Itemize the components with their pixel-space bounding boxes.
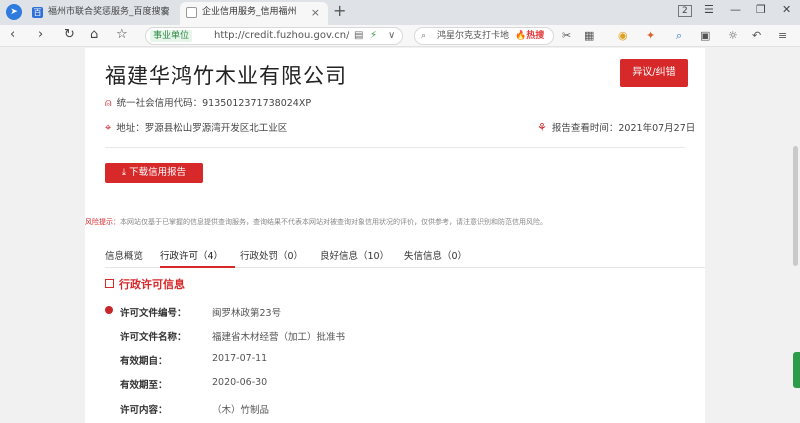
browser-logo-icon[interactable]: ➤ <box>6 4 22 20</box>
company-card: 福建华鸿竹木业有限公司 异议/纠错 ⍝ 统一社会信用代码：913501237173… <box>85 48 705 423</box>
scissors-icon[interactable]: ✂ <box>562 29 571 42</box>
section-title-text: 行政许可信息 <box>119 278 185 291</box>
search-icon: ⌕ <box>421 31 427 41</box>
field-value: 2020-06-30 <box>212 377 268 388</box>
field-label: 许可文件编号： <box>120 308 187 319</box>
apps-grid-icon[interactable]: ▦ <box>584 29 594 42</box>
company-name: 福建华鸿竹木业有限公司 <box>105 64 347 88</box>
tab-admin-penalty[interactable]: 行政处罚（0） <box>240 248 303 262</box>
extensions-icon[interactable]: ▣ <box>700 29 710 42</box>
game-icon[interactable]: ✦ <box>646 29 655 42</box>
risk-text: 本网站仅基于已掌握的信息提供查询服务，查询结果不代表本网站对被查询对象信用状况的… <box>120 218 547 226</box>
field-label: 许可内容： <box>120 405 168 416</box>
field-value: 福建省木材经营（加工）批准书 <box>212 332 346 343</box>
close-window-button[interactable]: ✕ <box>782 3 791 16</box>
side-float-badge[interactable] <box>793 352 800 388</box>
tab-credit-fuzhou[interactable]: 企业信用服务_信用福州 × <box>180 2 328 25</box>
restore-button[interactable]: ❐ <box>756 3 766 16</box>
risk-notice: 风险提示：本网站仅基于已掌握的信息提供查询服务，查询结果不代表本网站对被查询对象… <box>85 217 547 227</box>
field-value: （木）竹制品 <box>212 405 270 416</box>
tab-title: 福州市联合奖惩服务_百度搜索 <box>48 7 170 17</box>
field-value: 闽罗林政第23号 <box>212 308 282 319</box>
cert-badge: 事业单位 <box>150 30 193 42</box>
tab-good-info[interactable]: 良好信息（10） <box>320 248 389 262</box>
reader-mode-icon[interactable]: ▤ <box>354 28 363 44</box>
baidu-favicon-icon: 百 <box>32 7 43 18</box>
field-label: 有效期自： <box>120 356 168 367</box>
field-label: 许可文件名称： <box>120 332 187 343</box>
tab-counter-badge[interactable]: 2 <box>678 5 692 17</box>
address-dropdown-icon[interactable]: ∨ <box>388 28 395 44</box>
info-tabs: 信息概览 行政许可（4） 行政处罚（0） 良好信息（10） 失信信息（0） <box>105 244 705 268</box>
magnifier-icon[interactable]: ⌕ <box>676 29 682 43</box>
divider <box>105 147 685 148</box>
objection-button[interactable]: 异议/纠错 <box>620 59 688 87</box>
coupon-icon[interactable]: ◉ <box>618 29 628 42</box>
tab-admin-license[interactable]: 行政许可（4） <box>160 248 223 262</box>
forward-icon[interactable]: › <box>38 27 43 42</box>
search-box[interactable]: ⌕ 鸿星尔克支打卡地 🔥热搜 <box>414 27 554 45</box>
credit-code-icon: ⍝ <box>105 96 112 109</box>
location-pin-icon: ⌖ <box>105 121 112 134</box>
risk-label: 风险提示： <box>85 218 120 226</box>
download-report-button[interactable]: ⤓ 下载信用报告 <box>105 163 203 183</box>
tab-title: 企业信用服务_信用福州 <box>202 7 297 17</box>
credit-code-value: 9135012371738024XP <box>202 98 312 109</box>
address-row: ⌖ 地址：罗源县松山罗源湾开发区北工业区 <box>105 120 287 135</box>
bookmark-star-icon[interactable]: ☆ <box>116 27 128 42</box>
brightness-icon[interactable]: ☼ <box>728 29 738 42</box>
more-menu-icon[interactable]: ≡ <box>778 29 787 42</box>
share-node-icon: ⚘ <box>537 121 547 134</box>
browser-tab-bar: ➤ 百 福州市联合奖惩服务_百度搜索 × 企业信用服务_信用福州 × + 2 ☰… <box>0 0 800 25</box>
scrollbar-thumb[interactable] <box>793 146 798 266</box>
address-bar[interactable]: 事业单位 http://credit.fuzhou.gov.cn/qyxy ▤ … <box>145 27 403 45</box>
menu-icon[interactable]: ☰ <box>704 3 714 16</box>
tab-close-icon[interactable]: × <box>311 2 320 23</box>
undo-icon[interactable]: ↶ <box>752 29 761 42</box>
download-label: 下载信用报告 <box>129 167 187 178</box>
hot-search-label[interactable]: 🔥热搜 <box>515 28 544 44</box>
minimize-button[interactable]: — <box>730 3 741 16</box>
reload-icon[interactable]: ↻ <box>64 27 75 42</box>
section-title: 行政许可信息 <box>105 276 185 292</box>
tab-close-icon[interactable]: × <box>161 2 170 23</box>
report-time-value: 2021年07月27日 <box>618 123 696 134</box>
active-tab-indicator <box>160 266 235 268</box>
report-time-label: 报告查看时间： <box>551 123 619 134</box>
tab-baidu-search[interactable]: 百 福州市联合奖惩服务_百度搜索 × <box>26 2 178 25</box>
section-square-icon <box>105 279 114 288</box>
timeline-dot-icon <box>105 306 113 314</box>
address-value: 罗源县松山罗源湾开发区北工业区 <box>144 123 288 134</box>
url-text[interactable]: http://credit.fuzhou.gov.cn/qyxy <box>214 28 349 44</box>
address-label: 地址： <box>116 123 145 134</box>
page-favicon-icon <box>186 7 197 18</box>
page-content: 福建华鸿竹木业有限公司 异议/纠错 ⍝ 统一社会信用代码：913501237173… <box>0 48 800 423</box>
field-label: 有效期至： <box>120 380 168 391</box>
back-icon[interactable]: ‹ <box>10 27 15 42</box>
home-icon[interactable]: ⌂ <box>90 27 98 42</box>
credit-code-label: 统一社会信用代码： <box>116 98 203 109</box>
tab-overview[interactable]: 信息概览 <box>105 248 143 262</box>
download-icon: ⤓ <box>121 167 127 178</box>
lightning-icon[interactable]: ⚡ <box>370 28 377 44</box>
field-value: 2017-07-11 <box>212 353 268 364</box>
search-query[interactable]: 鸿星尔克支打卡地 <box>437 28 509 44</box>
credit-code-row: ⍝ 统一社会信用代码：9135012371738024XP <box>105 95 311 110</box>
report-time-row: ⚘ 报告查看时间：2021年07月27日 <box>537 120 695 134</box>
tab-dishonest-info[interactable]: 失信信息（0） <box>404 248 467 262</box>
browser-toolbar: ‹ › ↻ ⌂ ☆ 事业单位 http://credit.fuzhou.gov.… <box>0 25 800 47</box>
new-tab-button[interactable]: + <box>333 1 346 20</box>
